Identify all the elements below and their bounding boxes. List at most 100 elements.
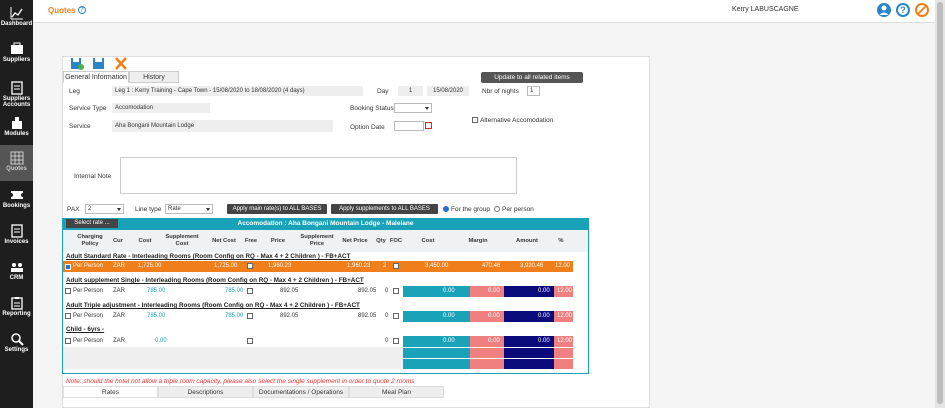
logout-icon[interactable] — [915, 3, 929, 17]
internal-note-textarea[interactable] — [120, 157, 517, 194]
section-title: Adult Triple adjustment - Interleading R… — [66, 302, 360, 309]
day-field: 1 — [398, 86, 423, 96]
price[interactable]: 1,960.23 — [268, 261, 291, 272]
charging-policy: Per Person — [73, 313, 104, 319]
booking-status-select[interactable] — [394, 103, 432, 113]
tab-documentations[interactable]: Documentations / Operations — [253, 386, 349, 398]
nights-input[interactable]: 1 — [527, 86, 540, 96]
section-title: Adult Standard Rate - Interleading Rooms… — [66, 253, 351, 260]
col-supplement-price: Supplement Price — [300, 234, 334, 247]
modules-icon — [11, 117, 22, 129]
option-date-input[interactable] — [394, 121, 424, 131]
sidebar: Dashboard Suppliers Suppliers Accounts M… — [0, 0, 33, 408]
net-price: 892.05 — [358, 313, 377, 319]
foc-checkbox[interactable] — [393, 338, 399, 344]
free-checkbox[interactable] — [247, 338, 253, 344]
sidebar-item-dashboard[interactable]: Dashboard — [0, 0, 33, 36]
scrollbar-thumb[interactable] — [937, 2, 943, 404]
invoice-icon — [10, 224, 23, 238]
sidebar-item-suppliers-accounts[interactable]: Suppliers Accounts — [0, 75, 33, 115]
foc-checkbox[interactable] — [393, 313, 399, 319]
save-check-icon[interactable] — [70, 57, 84, 70]
select-rate-button[interactable]: Select rate ... — [66, 219, 118, 228]
charging-policy: Per Person — [73, 263, 104, 269]
update-all-button[interactable]: Update to all related items — [481, 72, 583, 83]
close-icon[interactable] — [114, 57, 128, 70]
currency: ZAR — [113, 263, 125, 269]
service-label: Service — [69, 123, 91, 130]
cost[interactable]: 1,725.00 — [138, 261, 161, 272]
qty[interactable]: 2 — [383, 261, 386, 272]
rate-checkbox[interactable] — [65, 264, 71, 270]
for-group-label: For the group — [451, 206, 491, 213]
band-divider — [403, 347, 573, 348]
alt-accommodation-checkbox[interactable] — [472, 117, 478, 123]
tab-general-information[interactable]: General Information — [63, 71, 129, 83]
amount: 3,920.46 — [520, 263, 544, 269]
clipboard-icon — [10, 297, 23, 310]
sidebar-item-invoices[interactable]: Invoices — [0, 218, 33, 254]
line-type-select[interactable]: Rate — [165, 204, 213, 214]
save-icon[interactable] — [92, 57, 106, 70]
price[interactable]: 892.05 — [280, 311, 298, 322]
apply-supplements-button[interactable]: Apply supplements to ALL BASES — [331, 204, 438, 214]
col-amount: Amount — [516, 238, 538, 244]
apply-main-rates-button[interactable]: Apply main rate(s) to ALL BASES — [227, 204, 327, 214]
free-checkbox[interactable] — [247, 313, 253, 319]
margin-pct[interactable]: 12.00 — [557, 336, 572, 347]
free-checkbox[interactable] — [247, 263, 253, 269]
per-person-radio[interactable] — [494, 206, 500, 212]
net-price: 1,960.23 — [347, 263, 371, 269]
cost[interactable]: 785.00 — [147, 311, 165, 322]
line-type-label: Line type — [135, 206, 162, 213]
user-profile-icon[interactable] — [877, 3, 891, 17]
price[interactable]: 892.05 — [280, 286, 298, 297]
pax-select[interactable]: 2 — [85, 204, 124, 214]
qty[interactable]: 0 — [385, 311, 388, 322]
cost[interactable]: 0.00 — [155, 336, 167, 347]
accommodation-header: Accomodation : Aha Bongani Mountain Lodg… — [62, 218, 589, 229]
band-divider — [403, 358, 573, 359]
sidebar-item-suppliers[interactable]: Suppliers — [0, 36, 33, 72]
cost-band — [403, 286, 470, 297]
sidebar-item-settings[interactable]: Settings — [0, 326, 33, 362]
margin-pct[interactable]: 12.00 — [557, 311, 572, 322]
tab-history[interactable]: History — [129, 71, 179, 83]
foc-checkbox[interactable] — [393, 263, 399, 269]
margin-pct[interactable]: 12.00 — [555, 261, 570, 272]
help-circle-icon[interactable]: ? — [896, 3, 910, 17]
triple-room-note: Note: should the hotel not allow a tripl… — [66, 378, 415, 385]
sidebar-item-crm[interactable]: CRM — [0, 254, 33, 290]
currency: ZAR — [113, 313, 125, 319]
foc-checkbox[interactable] — [393, 288, 399, 294]
booking-status-label: Booking Status — [350, 105, 394, 112]
tab-rates[interactable]: Rates — [63, 386, 158, 398]
sidebar-item-modules[interactable]: Modules — [0, 110, 33, 146]
users-icon — [10, 263, 23, 272]
tab-descriptions[interactable]: Descriptions — [158, 386, 253, 398]
free-checkbox[interactable] — [247, 288, 253, 294]
empty-rows — [63, 347, 403, 369]
col-cost: Cost — [138, 238, 152, 244]
calendar-icon[interactable] — [425, 122, 432, 129]
cost[interactable]: 785.00 — [147, 286, 165, 297]
rate-checkbox[interactable] — [65, 288, 71, 294]
sidebar-item-quotes[interactable]: Quotes — [0, 145, 33, 181]
rate-checkbox[interactable] — [65, 313, 71, 319]
margin-pct[interactable]: 12.00 — [557, 286, 572, 297]
amount: 0.00 — [538, 338, 550, 344]
col-supplement-cost: Supplement Cost — [165, 234, 199, 247]
help-icon[interactable]: ? — [78, 6, 86, 14]
qty[interactable]: 0 — [385, 336, 388, 347]
net-price: 892.05 — [358, 288, 377, 294]
margin: 0.00 — [488, 288, 500, 294]
page-scrollbar[interactable] — [935, 0, 945, 408]
for-group-radio[interactable] — [443, 206, 449, 212]
sidebar-item-reporting[interactable]: Reporting — [0, 290, 33, 326]
rate-checkbox[interactable] — [65, 338, 71, 344]
currency: ZAR — [113, 338, 125, 344]
net-cost: 1,725.00 — [214, 263, 238, 269]
tab-meal-plan[interactable]: Meal Plan — [349, 386, 444, 398]
qty[interactable]: 0 — [385, 286, 388, 297]
sidebar-item-bookings[interactable]: Bookings — [0, 182, 33, 218]
